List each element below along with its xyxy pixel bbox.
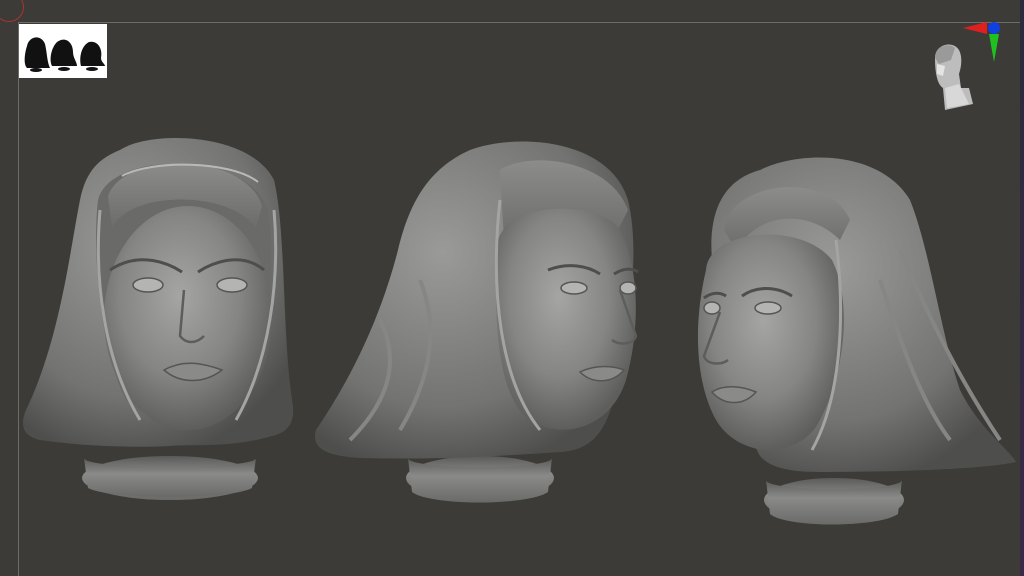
- head-front[interactable]: [22, 138, 294, 500]
- head-right-three-quarter[interactable]: [314, 141, 639, 503]
- head-left-three-quarter[interactable]: [697, 157, 1016, 525]
- zbrush-viewport[interactable]: [0, 0, 1024, 576]
- sculpt-scene[interactable]: [0, 0, 1024, 576]
